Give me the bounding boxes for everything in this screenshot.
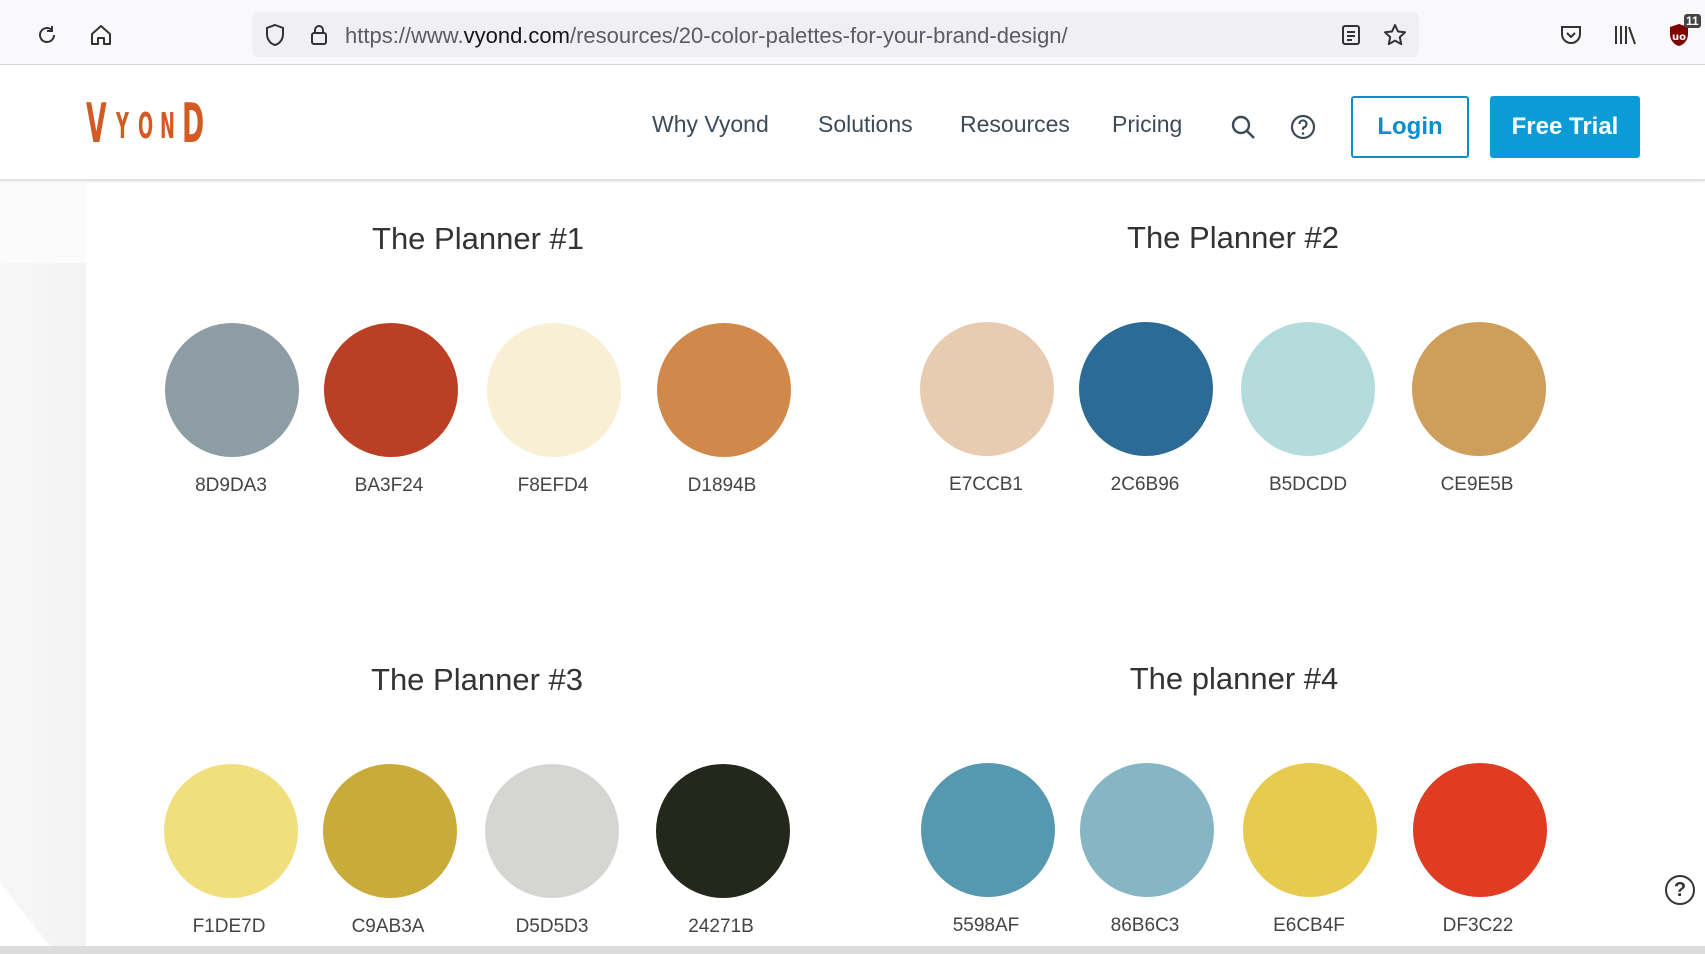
lock-icon[interactable] xyxy=(306,22,332,48)
color-hex-label: F1DE7D xyxy=(192,916,266,937)
home-icon[interactable] xyxy=(86,20,116,50)
color-swatch xyxy=(921,763,1055,897)
palette-title: The Planner #3 xyxy=(371,662,583,697)
browser-toolbar: https://www.vyond.com/resources/20-color… xyxy=(0,0,1705,65)
site-header: V Y O N D Why Vyond Solutions Resources … xyxy=(0,65,1705,181)
pocket-icon[interactable] xyxy=(1556,20,1586,50)
color-hex-label: C9AB3A xyxy=(351,916,425,937)
color-swatch xyxy=(1412,322,1546,456)
url-prefix: https://www. xyxy=(345,23,464,48)
color-swatch xyxy=(1241,322,1375,456)
svg-text:uo: uo xyxy=(1672,32,1686,43)
nav-pricing[interactable]: Pricing xyxy=(1112,111,1182,138)
color-hex-label: 8D9DA3 xyxy=(195,475,267,496)
bookmark-star-icon[interactable] xyxy=(1382,22,1408,48)
search-icon[interactable] xyxy=(1229,113,1257,141)
nav-why-vyond[interactable]: Why Vyond xyxy=(652,111,769,138)
color-swatch xyxy=(1080,763,1214,897)
color-swatch xyxy=(920,322,1054,456)
logo-letter: D xyxy=(182,92,207,155)
color-hex-label: E6CB4F xyxy=(1273,915,1345,936)
left-gutter-top xyxy=(0,183,86,263)
nav-solutions[interactable]: Solutions xyxy=(818,111,913,138)
color-hex-label: 2C6B96 xyxy=(1110,474,1180,495)
logo-letter: N xyxy=(160,106,178,147)
color-swatch xyxy=(657,323,791,457)
color-swatch xyxy=(165,323,299,457)
color-swatch xyxy=(656,764,790,898)
bottom-scroll-bar xyxy=(0,946,1705,954)
color-hex-label: 86B6C3 xyxy=(1110,915,1180,936)
floating-help-button[interactable]: ? xyxy=(1665,875,1695,905)
palette-title: The Planner #2 xyxy=(1127,220,1339,255)
reader-view-icon[interactable] xyxy=(1338,22,1364,48)
url-path: /resources/20-color-palettes-for-your-br… xyxy=(569,23,1068,48)
help-icon[interactable] xyxy=(1289,113,1317,141)
color-swatch xyxy=(1079,322,1213,456)
logo-letter: O xyxy=(138,106,156,147)
color-hex-label: D5D5D3 xyxy=(515,916,589,937)
left-gutter-wedge xyxy=(0,883,50,946)
url-text[interactable]: https://www.vyond.com/resources/20-color… xyxy=(345,23,1068,49)
color-hex-label: E7CCB1 xyxy=(949,474,1023,495)
color-hex-label: F8EFD4 xyxy=(517,475,589,496)
color-swatch xyxy=(1243,763,1377,897)
login-button[interactable]: Login xyxy=(1351,96,1469,158)
color-hex-label: 24271B xyxy=(688,916,754,937)
color-swatch xyxy=(1413,763,1547,897)
color-hex-label: 5598AF xyxy=(952,915,1020,936)
color-hex-label: DF3C22 xyxy=(1442,915,1514,936)
library-icon[interactable] xyxy=(1610,20,1640,50)
reload-icon[interactable] xyxy=(32,20,62,50)
vyond-logo[interactable]: V Y O N D xyxy=(86,95,212,151)
logo-letter: V xyxy=(86,92,109,155)
left-gutter xyxy=(0,183,86,946)
url-host: vyond.com xyxy=(463,23,570,48)
palette-title: The Planner #1 xyxy=(372,221,584,256)
color-hex-label: D1894B xyxy=(687,475,757,496)
nav-resources[interactable]: Resources xyxy=(960,111,1070,138)
free-trial-button[interactable]: Free Trial xyxy=(1490,96,1640,158)
url-bar[interactable]: https://www.vyond.com/resources/20-color… xyxy=(252,12,1419,57)
color-hex-label: CE9E5B xyxy=(1440,474,1514,495)
color-swatch xyxy=(324,323,458,457)
palette-title: The planner #4 xyxy=(1129,661,1339,696)
extension-badge: 11 xyxy=(1684,14,1701,28)
shield-icon[interactable] xyxy=(262,22,288,48)
color-hex-label: B5DCDD xyxy=(1268,474,1348,495)
color-swatch xyxy=(323,764,457,898)
color-swatch xyxy=(485,764,619,898)
palette-content: The Planner #1 8D9DA3 BA3F24 F8EFD4 D189… xyxy=(0,183,1705,946)
color-swatch xyxy=(487,323,621,457)
color-hex-label: BA3F24 xyxy=(354,475,424,496)
color-swatch xyxy=(164,764,298,898)
logo-letter: Y xyxy=(116,106,132,147)
